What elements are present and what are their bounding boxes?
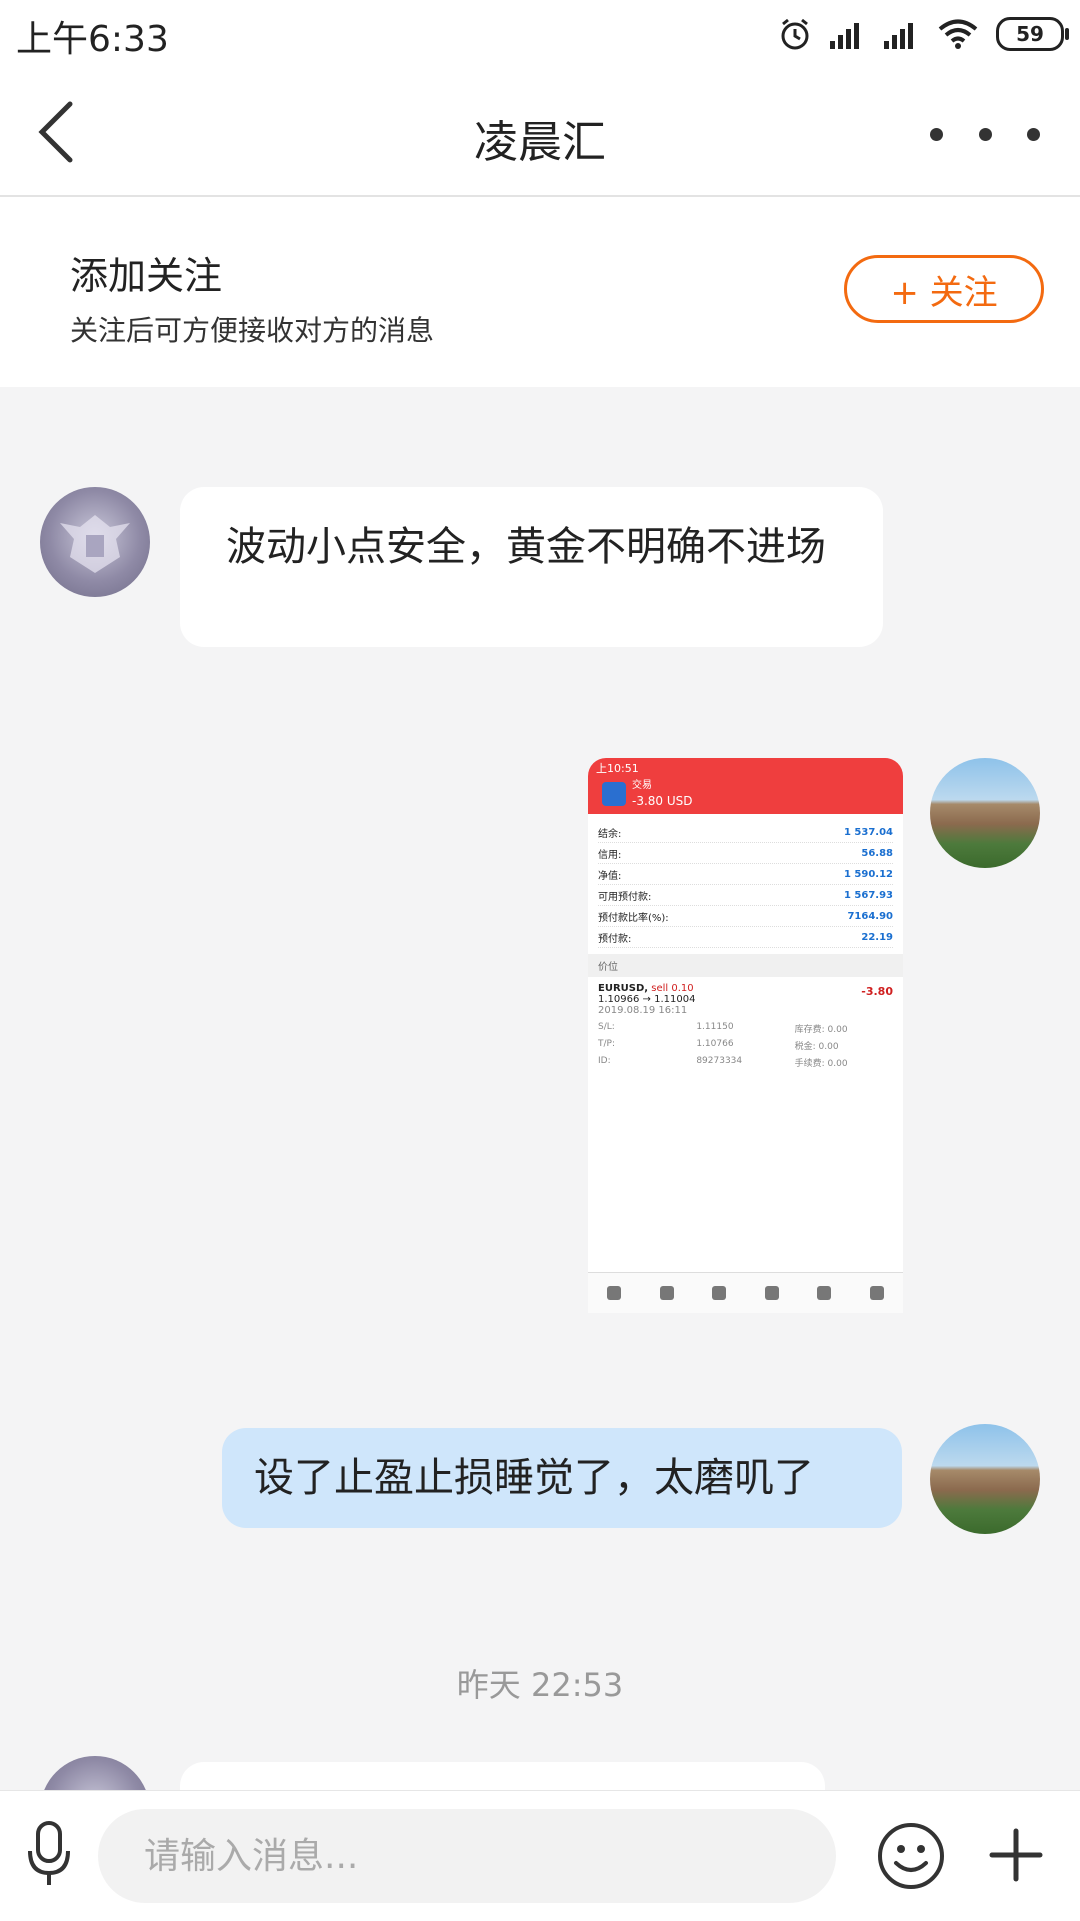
message-timestamp: 昨天 22:53: [456, 1666, 624, 1704]
image-section-label: 价位: [588, 954, 903, 977]
avatar-self[interactable]: [930, 1424, 1040, 1534]
message-text: 波动小点安全，黄金不明确不进场: [226, 524, 826, 570]
image-account-rows: 结余: 1 537.04 信用: 56.88 净值: 1 590.12 可用预付款: 1…: [588, 814, 903, 948]
battery-icon: 59: [996, 17, 1069, 51]
status-time: 上午6:33: [16, 19, 169, 60]
follow-banner: 添加关注 关注后可方便接收对方的消息 + 关注: [0, 197, 1080, 387]
chat-title: 凌晨汇: [474, 117, 606, 168]
image-position-details: S/L: 1.11150 库存费: 0.00 T/P: 1.10766 税金: 0.00…: [598, 1022, 848, 1069]
message-input[interactable]: [98, 1809, 836, 1903]
follow-button[interactable]: + 关注: [844, 255, 1044, 323]
alarm-icon: [781, 18, 809, 50]
image-header-label: 交易: [632, 780, 652, 791]
signal-icon-2: [884, 23, 913, 49]
signal-icon-1: [830, 23, 859, 49]
nav-bar: 凌晨汇: [0, 70, 1080, 197]
image-row: 预付款: 22.19: [598, 927, 893, 948]
image-message[interactable]: 上10:51 交易 -3.80 USD 结余: 1 537.04 信用: 56.88…: [588, 758, 903, 1313]
follow-title: 添加关注: [70, 254, 223, 298]
wifi-icon: [938, 19, 978, 49]
battery-level: 59: [1016, 22, 1044, 46]
avatar-self[interactable]: [930, 758, 1040, 868]
message-bubble-incoming[interactable]: 波动小点安全，黄金不明确不进场: [180, 487, 883, 647]
message-bubble-outgoing[interactable]: 设了止盈止损睡觉了，太磨叽了: [222, 1428, 902, 1528]
plus-icon[interactable]: [986, 1825, 1046, 1885]
image-header-amount: -3.80 USD: [632, 794, 693, 808]
image-profit: -3.80: [861, 985, 893, 998]
image-position: EURUSD, sell 0.10 1.10966 → 1.11004 2019…: [598, 983, 893, 1016]
image-status-time: 上10:51: [596, 762, 639, 775]
image-header: 上10:51 交易 -3.80 USD: [588, 758, 903, 814]
image-row: 结余: 1 537.04: [598, 822, 893, 843]
follow-subtitle: 关注后可方便接收对方的消息: [70, 314, 435, 347]
avatar-contact[interactable]: [40, 487, 150, 597]
microphone-icon[interactable]: [24, 1819, 74, 1889]
eagle-seal-icon: [60, 515, 130, 573]
image-row: 净值: 1 590.12: [598, 864, 893, 885]
emoji-icon[interactable]: [876, 1821, 946, 1891]
image-row: 预付款比率(%): 7164.90: [598, 906, 893, 927]
image-row: 信用: 56.88: [598, 843, 893, 864]
image-tabbar: [588, 1272, 903, 1313]
status-bar: 上午6:33 59: [0, 0, 1080, 70]
status-icons: 59: [778, 14, 1069, 54]
more-dots-icon[interactable]: [930, 114, 1040, 154]
message-text: 设了止盈止损睡觉了，太磨叽了: [254, 1455, 814, 1501]
image-row: 可用预付款: 1 567.93: [598, 885, 893, 906]
app-logo-icon: [602, 782, 626, 806]
input-bar: [0, 1790, 1080, 1921]
